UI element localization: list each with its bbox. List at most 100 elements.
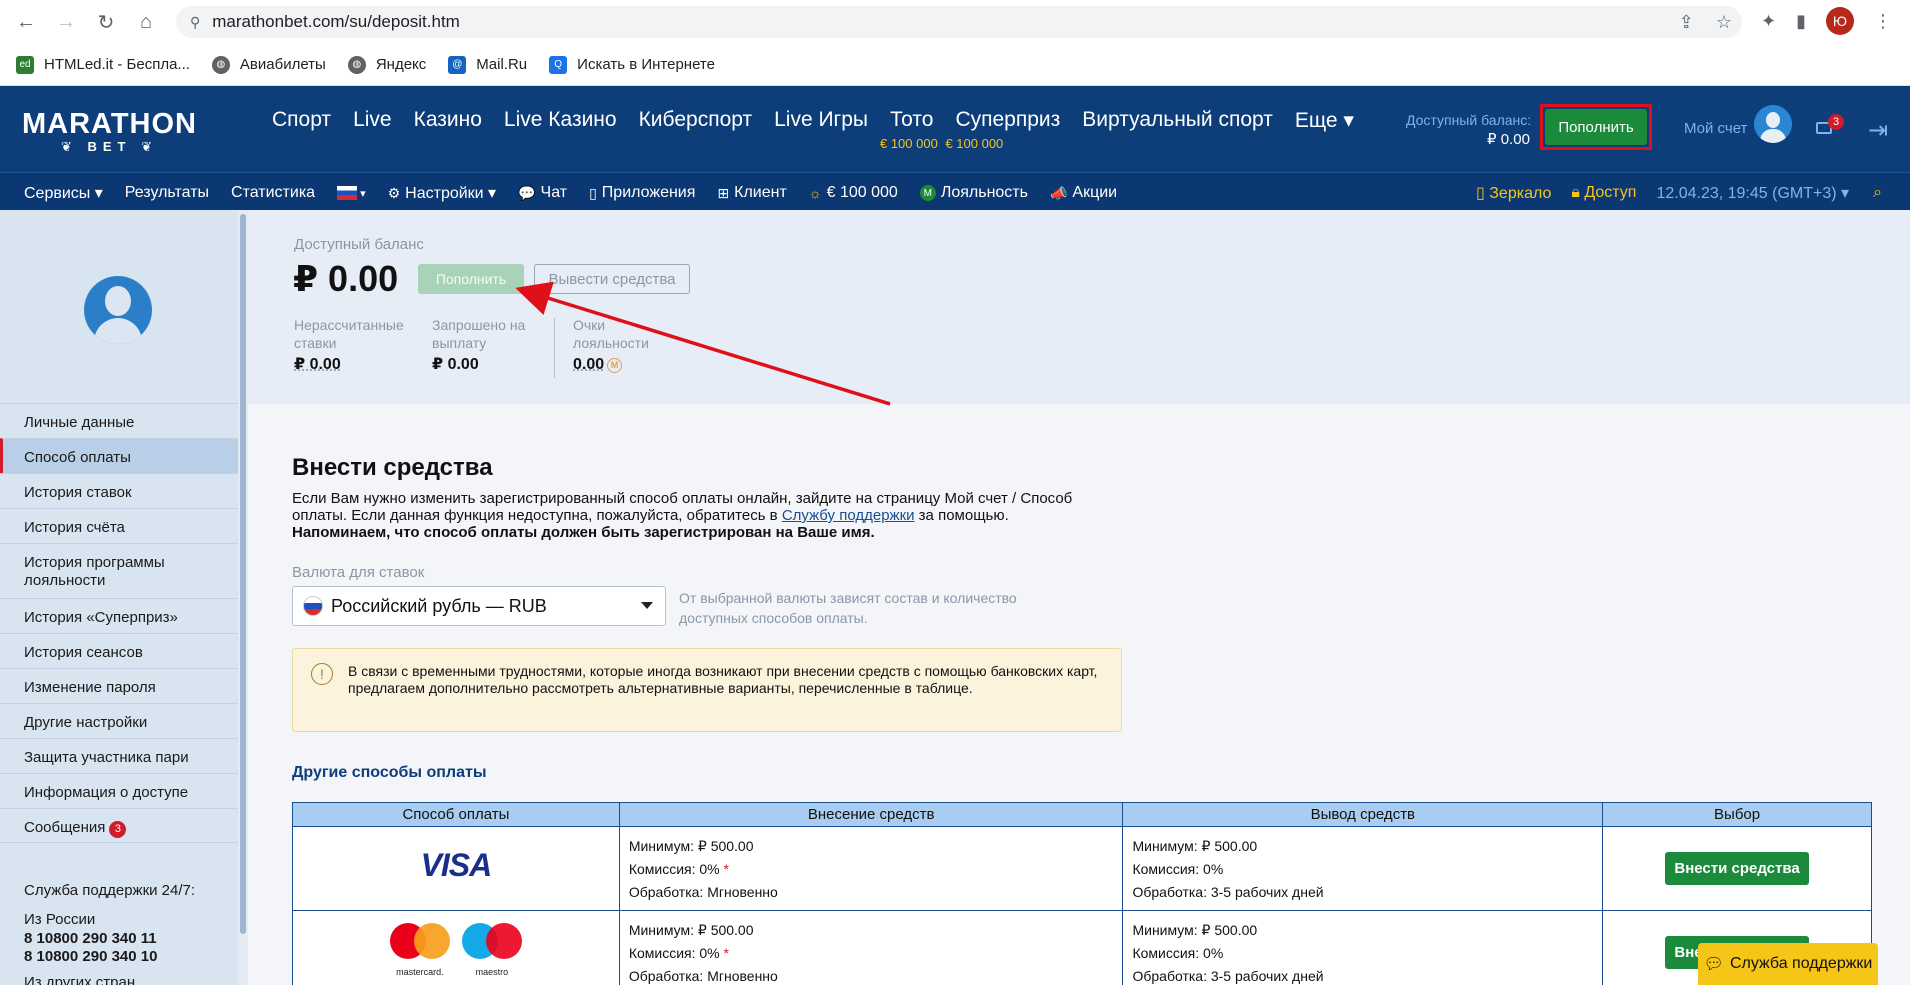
deposit-button[interactable]: Пополнить (418, 264, 524, 294)
russia-flag-icon (303, 596, 323, 616)
subnav-promotions[interactable]: 📣 Акции (1050, 184, 1117, 202)
side-panel-icon[interactable]: ▮ (1796, 11, 1806, 32)
available-balance-amount: ₽ 0.00 (293, 258, 399, 299)
access-link[interactable]: 🔒︎ Доступ (1571, 184, 1636, 202)
forward-icon[interactable]: → (52, 8, 80, 36)
col-header-withdrawal: Вывод средств (1122, 802, 1604, 827)
subnav-chat[interactable]: 💬 Чат (518, 184, 567, 202)
table-row: mastercard. maestro Минимум: ₽ 500.00 Ко… (292, 910, 1872, 985)
bookmark-htmled[interactable]: ed HTMLed.it - Беспла... (16, 55, 190, 74)
back-icon[interactable]: ← (12, 8, 40, 36)
sidebar-item-personal-data[interactable]: Личные данные (0, 403, 238, 438)
sidebar-item-loyalty-history[interactable]: История программы лояльности (0, 543, 238, 598)
payment-methods-table: Способ оплаты Внесение средств Вывод сре… (292, 802, 1872, 985)
sidebar-item-bet-history[interactable]: История ставок (0, 473, 238, 508)
bookmark-yandex[interactable]: ◍ Яндекс (347, 55, 426, 74)
mailru-icon: @ (448, 55, 467, 74)
support-other-countries: Из других стран (24, 974, 136, 985)
nav-live-games[interactable]: Live Игры (774, 108, 868, 133)
address-bar[interactable]: ⚲ marathonbet.com/su/deposit.htm ⇪ ☆ (176, 6, 1742, 38)
search-icon[interactable]: ⌕ (1873, 184, 1882, 202)
sidebar-item-change-password[interactable]: Изменение пароля (0, 668, 238, 703)
maestro-icon: maestro (461, 923, 522, 977)
sidebar-item-session-history[interactable]: История сеансов (0, 633, 238, 668)
megaphone-icon: 📣 (1049, 184, 1068, 201)
sidebar-item-superprize-history[interactable]: История «Суперприз» (0, 598, 238, 633)
subnav-jackpot[interactable]: ☼ € 100 000 (809, 184, 898, 202)
datetime-selector[interactable]: 12.04.23, 19:45 (GMT+3) ▾ (1656, 183, 1849, 203)
nav-virtual-sport[interactable]: Виртуальный спорт (1082, 108, 1273, 133)
header-deposit-button[interactable]: Пополнить (1545, 109, 1647, 145)
sidebar-item-payment-method[interactable]: Способ оплаты (0, 438, 238, 473)
home-icon[interactable]: ⌂ (132, 8, 160, 36)
subnav-results[interactable]: Результаты (125, 184, 209, 202)
account-sidebar: Личные данные Способ оплаты История став… (0, 210, 238, 985)
mastercard-icon: mastercard. (389, 923, 450, 977)
sidebar-item-other-settings[interactable]: Другие настройки (0, 703, 238, 738)
visa-deposit-button[interactable]: Внести средства (1665, 852, 1809, 885)
requested-payout-stat: Запрошено на выплату ₽ 0.00 (432, 317, 526, 373)
nav-live-casino[interactable]: Live Казино (504, 108, 617, 133)
extensions-icon[interactable]: ✦ (1761, 11, 1776, 32)
main-nav: Спорт Live Казино Live Казино Киберспорт… (272, 108, 1376, 151)
support-phone-1[interactable]: 8 10800 290 340 11 (24, 930, 195, 948)
reload-icon[interactable]: ↻ (92, 8, 120, 36)
share-icon[interactable]: ⇪ (1679, 12, 1694, 33)
support-region: Из России (24, 911, 96, 928)
mastercard-maestro-logo: mastercard. maestro (389, 923, 522, 977)
nav-sport[interactable]: Спорт (272, 108, 331, 133)
currency-select[interactable]: Российский рубль — RUB (292, 586, 666, 626)
user-avatar-icon[interactable] (1754, 105, 1792, 143)
sub-header: Сервисы ▾ Результаты Статистика ▾ ⚙ Наст… (0, 172, 1910, 210)
deposit-content: Внести средства Если Вам нужно изменить … (248, 404, 1910, 985)
htmled-icon: ed (16, 55, 34, 74)
sidebar-item-player-protection[interactable]: Защита участника пари (0, 738, 238, 773)
subnav-services[interactable]: Сервисы ▾ (24, 183, 103, 203)
my-account-link[interactable]: Мой счет (1684, 120, 1747, 137)
subnav-settings[interactable]: ⚙ Настройки ▾ (388, 183, 497, 203)
sidebar-item-access-info[interactable]: Информация о доступе (0, 773, 238, 808)
nav-live[interactable]: Live (353, 108, 392, 133)
nav-more[interactable]: Еще ▾ (1295, 108, 1354, 133)
bookmark-search[interactable]: Q Искать в Интернете (549, 55, 715, 74)
nav-casino[interactable]: Казино (414, 108, 482, 133)
withdraw-button[interactable]: Вывести средства (534, 264, 690, 294)
mirror-link[interactable]: ▯ Зеркало (1476, 183, 1551, 203)
support-chat-button[interactable]: 💬︎ Служба поддержки (1698, 943, 1878, 985)
russia-flag-icon (337, 186, 358, 200)
other-methods-title: Другие способы оплаты (292, 764, 487, 781)
header-balance-label: Доступный баланс: (1406, 112, 1532, 128)
warning-notice: ! В связи с временными трудностями, кото… (292, 648, 1122, 732)
deposit-instructions: Если Вам нужно изменить зарегистрированн… (292, 490, 1073, 541)
language-selector[interactable]: ▾ (337, 186, 366, 200)
currency-note: От выбранной валюты зависят состав и кол… (679, 590, 1017, 626)
chat-icon: 💬︎ (1703, 956, 1724, 973)
bookmark-mailru[interactable]: @ Mail.Ru (448, 55, 527, 74)
profile-avatar[interactable]: Ю (1826, 7, 1854, 35)
logout-icon[interactable]: ⇥ (1868, 116, 1888, 145)
menu-icon[interactable]: ⋮ (1874, 11, 1892, 32)
bookmark-aviabilety[interactable]: ◍ Авиабилеты (211, 55, 326, 74)
support-phone-2[interactable]: 8 10800 290 340 10 (24, 948, 195, 966)
search-icon: Q (549, 55, 568, 74)
currency-label: Валюта для ставок (292, 564, 425, 581)
gear-icon: ⚙ (387, 184, 401, 201)
nav-superprize[interactable]: Суперприз € 100 000 (945, 108, 1060, 151)
support-link[interactable]: Службу поддержки (782, 507, 915, 524)
loyalty-coin-icon: M (607, 357, 623, 373)
windows-icon: ⊞ (717, 184, 730, 201)
subnav-loyalty[interactable]: M Лояльность (919, 184, 1028, 202)
subnav-statistics[interactable]: Статистика (231, 184, 315, 202)
nav-toto[interactable]: Тото € 100 000 (880, 108, 938, 151)
toto-jackpot: € 100 000 (879, 136, 938, 151)
subnav-client[interactable]: ⊞ Клиент (717, 184, 786, 202)
marathonbet-logo[interactable]: MARATHON ❦ BET ❦ (22, 108, 197, 155)
nav-esports[interactable]: Киберспорт (639, 108, 753, 133)
url-text[interactable]: marathonbet.com/su/deposit.htm (212, 12, 460, 32)
site-info-icon[interactable]: ⚲ (190, 14, 200, 31)
sidebar-scrollbar[interactable] (238, 210, 248, 985)
sidebar-item-account-history[interactable]: История счёта (0, 508, 238, 543)
bookmark-star-icon[interactable]: ☆ (1716, 12, 1732, 33)
sidebar-item-messages[interactable]: Сообщения 3 (0, 808, 238, 843)
subnav-apps[interactable]: ▯ Приложения (589, 184, 695, 202)
